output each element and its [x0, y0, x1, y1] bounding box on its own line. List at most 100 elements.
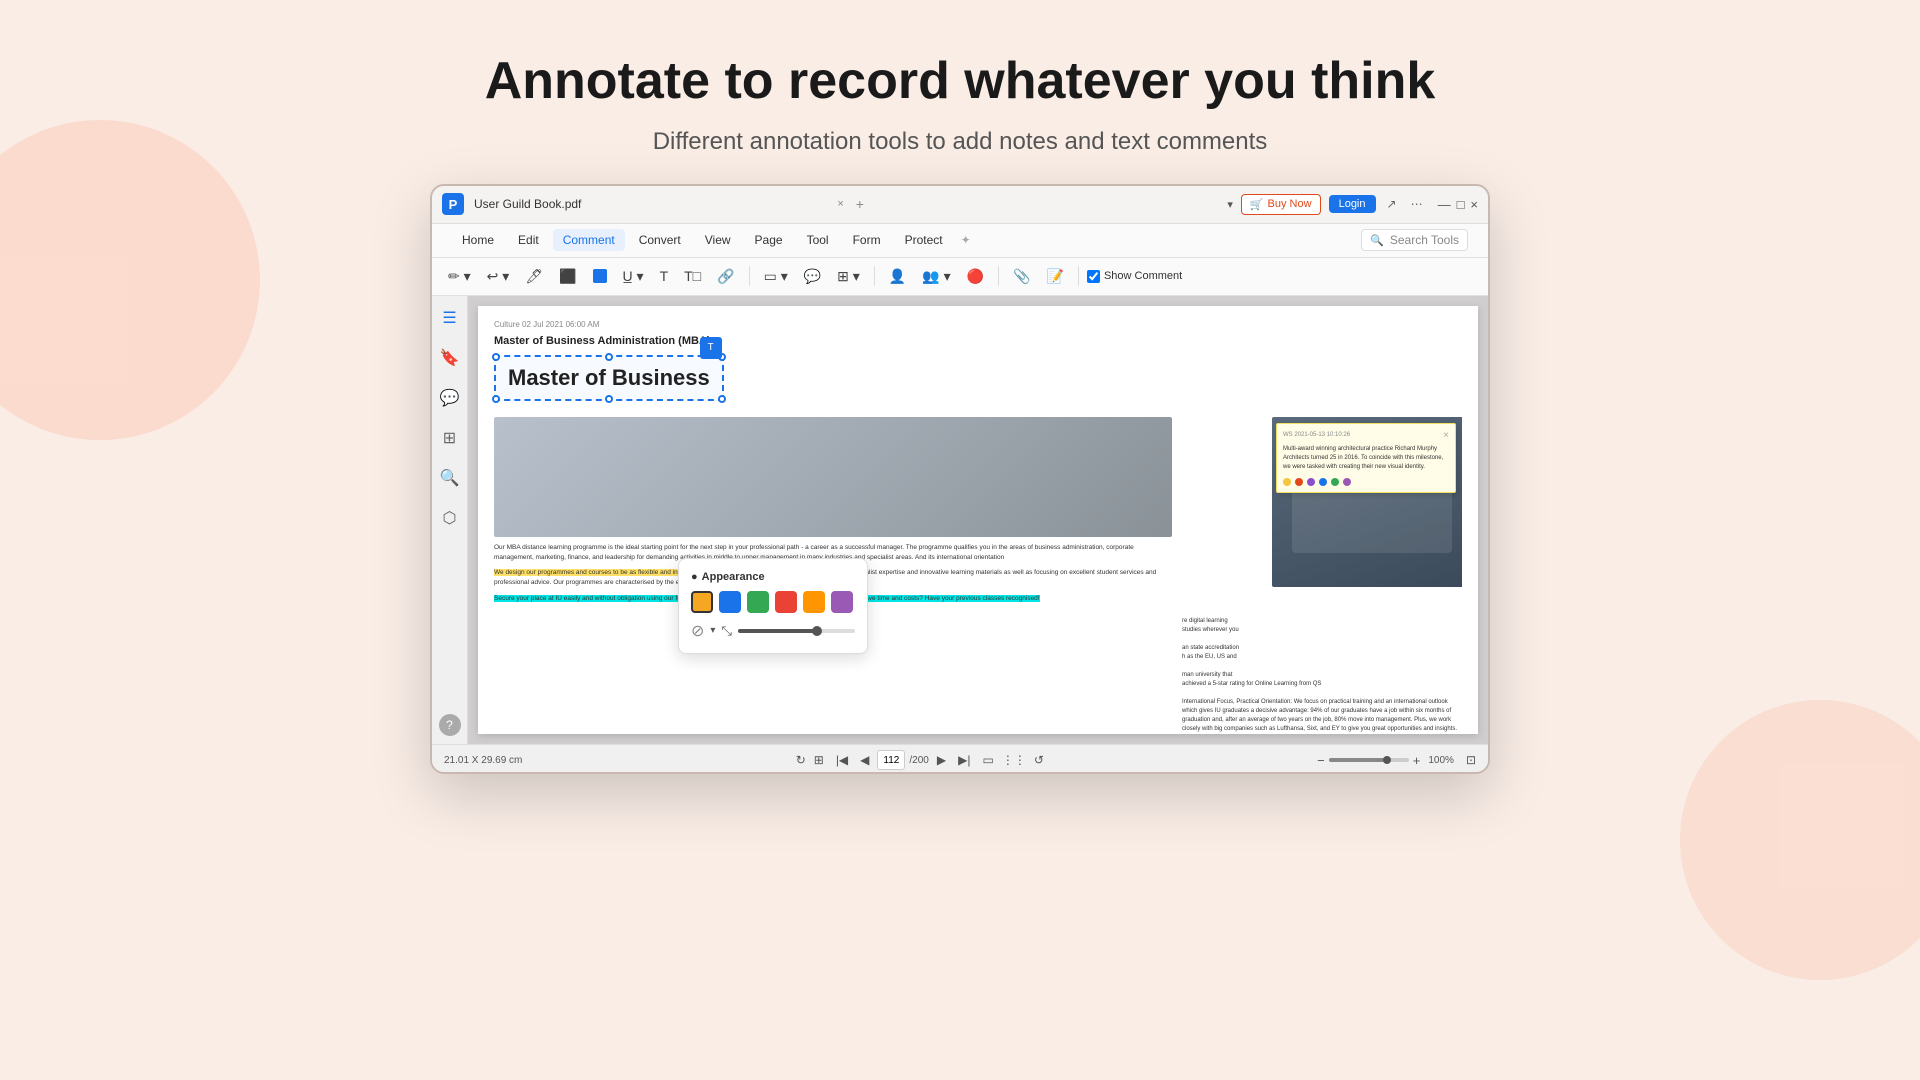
rotate-icon[interactable]: ↻	[796, 753, 806, 767]
toolbar-link-btn[interactable]: 🔗	[711, 265, 740, 288]
menu-convert[interactable]: Convert	[629, 229, 691, 251]
toolbar-attach-btn[interactable]: 📎	[1007, 265, 1036, 288]
sidebar-help-icon[interactable]: ?	[439, 714, 461, 736]
first-page-btn[interactable]: |◀	[832, 751, 852, 769]
toolbar-text-btn[interactable]: T	[654, 265, 675, 287]
menu-page[interactable]: Page	[745, 229, 793, 251]
toolbar-select-btn[interactable]: ↩ ▾	[481, 265, 516, 288]
pdf-inner: Culture 02 Jul 2021 06:00 AM Master of B…	[478, 306, 1478, 734]
login-button[interactable]: Login	[1329, 195, 1376, 213]
swatch-orange[interactable]	[691, 591, 713, 613]
pdf-right-text: re digital learning studies wherever you…	[1182, 617, 1462, 734]
color-yellow[interactable]	[1283, 478, 1291, 486]
zoom-slider[interactable]	[1329, 758, 1409, 762]
prev-page-btn[interactable]: ◀	[856, 751, 873, 769]
sticky-note-close-btn[interactable]: ×	[1443, 430, 1449, 441]
sticky-note-header: WS 2021-05-13 10:10:26 ×	[1283, 430, 1449, 441]
color-purple[interactable]	[1307, 478, 1315, 486]
swatch-red[interactable]	[775, 591, 797, 613]
zoom-out-btn[interactable]: −	[1317, 753, 1325, 768]
opacity-dropdown-btn[interactable]: ▾	[710, 625, 715, 636]
appearance-bullet: ●	[691, 571, 698, 583]
close-button[interactable]: ×	[1470, 197, 1478, 212]
toolbar-users-btn[interactable]: 👥 ▾	[916, 265, 956, 288]
menu-edit[interactable]: Edit	[508, 229, 549, 251]
selection-action-icon: T	[708, 342, 714, 353]
left-sidebar: ☰ 🔖 💬 ⊞ 🔍 ⬡ ?	[432, 296, 468, 744]
fit-page-icon[interactable]: ⊡	[1466, 753, 1476, 767]
show-comment-toggle[interactable]: Show Comment	[1087, 270, 1182, 283]
menu-home[interactable]: Home	[452, 229, 504, 251]
sidebar-bookmark-icon[interactable]: 🔖	[436, 344, 464, 372]
opacity-slider-thumb	[812, 626, 822, 636]
toolbar-stamp-btn[interactable]: ⊞ ▾	[831, 265, 866, 288]
sticky-note-date: WS 2021-05-13 10:10:26	[1283, 432, 1350, 438]
share-icon[interactable]: ↗	[1384, 197, 1400, 211]
pdf-right-text-area: re digital learning studies wherever you…	[1182, 617, 1462, 734]
page-nav: |◀ ◀ /200 ▶ ▶|	[832, 750, 975, 770]
buy-now-button[interactable]: 🛒 Buy Now	[1241, 194, 1321, 215]
search-tools-area[interactable]: 🔍 Search Tools	[1361, 229, 1468, 251]
color-violet[interactable]	[1343, 478, 1351, 486]
next-page-btn[interactable]: ▶	[933, 751, 950, 769]
toolbar-textbox-btn[interactable]: T□	[678, 265, 707, 287]
selection-action-btn[interactable]: T	[700, 337, 722, 359]
swatch-purple[interactable]	[831, 591, 853, 613]
show-comment-checkbox[interactable]	[1087, 270, 1100, 283]
toolbar-annotate-btn[interactable]: ✏ ▾	[442, 265, 477, 288]
sidebar-search-icon[interactable]: 🔍	[436, 464, 464, 492]
tab-add-button[interactable]: +	[856, 196, 864, 212]
sticky-note[interactable]: WS 2021-05-13 10:10:26 × Multi-award win…	[1276, 423, 1456, 493]
window-controls: — □ ×	[1438, 197, 1478, 212]
rotate2-icon[interactable]: ↺	[1034, 753, 1044, 767]
toolbar-highlight-btn[interactable]: 🖊	[519, 265, 549, 288]
swatch-blue[interactable]	[719, 591, 741, 613]
toolbar-color-swatch[interactable]	[587, 266, 613, 286]
more-options-icon[interactable]: ⋯	[1408, 197, 1426, 211]
menu-protect[interactable]: Protect	[895, 229, 953, 251]
toolbar-underline2-btn[interactable]: U̲ ▾	[617, 265, 650, 288]
toolbar-note-btn[interactable]: 📝	[1041, 265, 1070, 288]
sticky-note-colors	[1283, 478, 1449, 486]
sidebar-page-icon[interactable]: ☰	[438, 304, 460, 332]
scroll-mode-icon[interactable]: ⋮⋮	[1002, 753, 1026, 767]
opacity-icon: ⊘	[691, 621, 704, 641]
swatch-amber[interactable]	[803, 591, 825, 613]
search-icon: 🔍	[1370, 234, 1384, 247]
opacity-slider[interactable]	[738, 629, 855, 633]
page-layout-icon[interactable]: ▭	[982, 753, 993, 767]
buy-icon: 🛒	[1250, 198, 1264, 211]
pdf-content: Culture 02 Jul 2021 06:00 AM Master of B…	[468, 296, 1488, 744]
sidebar-layers-icon[interactable]: ⬡	[439, 504, 461, 532]
color-green[interactable]	[1331, 478, 1339, 486]
fit-icon[interactable]: ⊞	[814, 753, 824, 767]
toolbar-erase-btn[interactable]: 🔴	[961, 265, 990, 288]
zoom-in-btn[interactable]: +	[1413, 753, 1421, 768]
color-blue[interactable]	[1319, 478, 1327, 486]
tab-close-button[interactable]: ×	[831, 196, 849, 212]
minimize-button[interactable]: —	[1438, 197, 1451, 212]
dropdown-icon[interactable]: ▾	[1227, 198, 1233, 211]
sidebar-thumbnail-icon[interactable]: ⊞	[439, 424, 460, 452]
toolbar-shape-btn[interactable]: ▭ ▾	[758, 265, 794, 288]
menu-comment[interactable]: Comment	[553, 229, 625, 251]
last-page-btn[interactable]: ▶|	[954, 751, 974, 769]
sidebar-comment-icon[interactable]: 💬	[436, 384, 464, 412]
opacity-cross-icon[interactable]: ⤡	[721, 623, 731, 639]
hero-title: Annotate to record whatever you think	[0, 52, 1920, 112]
text-selection-box[interactable]: Master of Business	[494, 355, 724, 401]
menu-form[interactable]: Form	[843, 229, 891, 251]
zoom-slider-thumb	[1383, 756, 1391, 764]
toolbar-underline-btn[interactable]: ⬛	[553, 265, 582, 288]
toolbar-user-btn[interactable]: 👤	[883, 265, 912, 288]
menu-tool[interactable]: Tool	[797, 229, 839, 251]
toolbar-comment-btn[interactable]: 💬	[798, 265, 827, 288]
title-bar-actions: ▾ 🛒 Buy Now Login ↗ ⋯ — □ ×	[1227, 194, 1478, 215]
pdf-main-title: Master of Business Administration (MBA)	[494, 335, 1462, 347]
show-comment-label: Show Comment	[1104, 270, 1182, 282]
menu-view[interactable]: View	[695, 229, 741, 251]
color-red[interactable]	[1295, 478, 1303, 486]
swatch-green[interactable]	[747, 591, 769, 613]
maximize-button[interactable]: □	[1457, 197, 1465, 212]
page-number-input[interactable]	[877, 750, 905, 770]
